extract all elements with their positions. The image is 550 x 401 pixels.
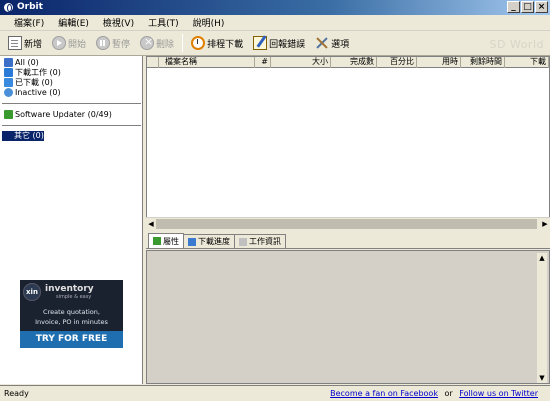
ad-cta-button[interactable]: TRY FOR FREE — [20, 331, 123, 348]
category-label: 已下載 (0) — [15, 77, 53, 87]
detail-tabs: 屬性 下載進度 工作資訊 — [146, 233, 550, 249]
column-download[interactable]: 下載 — [505, 57, 549, 68]
window-title: Orbit — [17, 2, 43, 12]
scroll-down-icon[interactable]: ▼ — [537, 373, 547, 383]
category-inactive[interactable]: Inactive (0) — [4, 87, 61, 97]
twitter-link[interactable]: Follow us on Twitter — [459, 389, 538, 398]
start-button[interactable]: 開始 — [50, 36, 88, 50]
facebook-link[interactable]: Become a fan on Facebook — [330, 389, 438, 398]
options-button-label: 選項 — [331, 39, 350, 50]
ad-line-2: Invoice, PO in minutes — [35, 318, 108, 326]
software-updater-item[interactable]: Software Updater (0/49) — [4, 109, 112, 119]
menu-edit[interactable]: 編輯(E) — [56, 16, 91, 29]
properties-icon — [153, 237, 161, 245]
column-completed[interactable]: 完成數 — [331, 57, 377, 68]
status-bar: Ready Become a fan on Facebook or Follow… — [0, 385, 550, 401]
menu-tools[interactable]: 工具(T) — [146, 16, 181, 29]
ad-line-1: Create quotation, — [43, 308, 100, 316]
pause-button[interactable]: 暫停 — [94, 36, 132, 50]
menu-view[interactable]: 檢視(V) — [101, 16, 136, 29]
schedule-download-button[interactable]: 排程下載 — [189, 36, 245, 50]
download-list[interactable]: 檔案名稱 # 大小 完成數 百分比 用時 剩餘時間 下載 — [146, 56, 550, 229]
info-icon — [239, 237, 247, 246]
category-other[interactable]: 其它 (0) — [2, 131, 44, 141]
tab-progress[interactable]: 下載進度 — [183, 234, 235, 248]
options-button[interactable]: 選項 — [313, 36, 351, 50]
report-icon — [253, 36, 268, 50]
report-error-button[interactable]: 回報錯誤 — [251, 36, 307, 50]
status-text: Ready — [4, 389, 29, 398]
minimize-button[interactable]: _ — [507, 1, 520, 13]
ad-banner[interactable]: xin inventory simple & easy Create quota… — [20, 280, 123, 348]
updater-icon — [4, 109, 13, 119]
status-or: or — [444, 389, 453, 398]
scrollbar-thumb[interactable] — [156, 219, 537, 229]
clock-icon — [191, 36, 206, 50]
category-panel: All (0) 下載工作 (0) 已下載 (0) Inactive (0) So… — [0, 56, 143, 384]
panel-divider — [2, 103, 141, 104]
pause-button-label: 暫停 — [112, 39, 131, 50]
list-icon — [4, 57, 13, 67]
column-percent[interactable]: 百分比 — [377, 57, 417, 68]
toolbar: 新增 開始 暫停 刪除 排程下載 回報錯誤 選項 SD World — [0, 31, 550, 56]
progress-icon — [188, 237, 196, 246]
ad-tagline: simple & easy — [56, 294, 92, 300]
maximize-button[interactable]: □ — [521, 1, 534, 13]
updater-label: Software Updater (0/49) — [15, 109, 112, 119]
menu-file[interactable]: 檔案(F) — [12, 16, 46, 29]
column-check[interactable] — [147, 57, 159, 68]
completed-icon — [4, 77, 13, 87]
category-downloading[interactable]: 下載工作 (0) — [4, 67, 61, 77]
tab-task-info[interactable]: 工作資訊 — [234, 234, 286, 248]
ad-brand: inventory — [45, 284, 94, 294]
orbit-app-icon — [3, 2, 14, 13]
menu-bar: 檔案(F) 編輯(E) 檢視(V) 工具(T) 說明(H) — [0, 15, 550, 31]
panel-divider — [2, 125, 141, 126]
close-button[interactable]: × — [535, 1, 548, 13]
schedule-button-label: 排程下載 — [207, 39, 244, 50]
column-number[interactable]: # — [255, 57, 271, 68]
tab-properties[interactable]: 屬性 — [148, 233, 184, 248]
horizontal-scrollbar[interactable]: ◀ ▶ — [146, 217, 550, 229]
new-button[interactable]: 新增 — [6, 36, 44, 50]
delete-icon — [140, 35, 155, 50]
column-size[interactable]: 大小 — [271, 57, 331, 68]
brand-watermark: SD World — [489, 38, 544, 51]
category-completed[interactable]: 已下載 (0) — [4, 77, 53, 87]
delete-button[interactable]: 刪除 — [138, 35, 176, 50]
menu-help[interactable]: 說明(H) — [191, 16, 227, 29]
start-button-label: 開始 — [68, 39, 87, 50]
new-button-label: 新增 — [24, 39, 43, 50]
new-file-icon — [8, 36, 22, 50]
tab-label: 工作資訊 — [249, 237, 281, 246]
delete-button-label: 刪除 — [156, 39, 175, 50]
scroll-right-icon[interactable]: ▶ — [540, 219, 550, 229]
category-label: Inactive (0) — [15, 87, 61, 97]
category-all[interactable]: All (0) — [4, 57, 39, 67]
column-filename[interactable]: 檔案名稱 — [159, 57, 255, 68]
tools-icon — [315, 36, 329, 50]
pause-icon — [96, 36, 111, 50]
column-remaining[interactable]: 剩餘時間 — [461, 57, 505, 68]
tab-label: 屬性 — [163, 236, 179, 246]
toolbar-separator — [182, 34, 184, 52]
column-elapsed[interactable]: 用時 — [417, 57, 461, 68]
scroll-up-icon[interactable]: ▲ — [537, 253, 547, 263]
list-header: 檔案名稱 # 大小 完成數 百分比 用時 剩餘時間 下載 — [147, 57, 549, 68]
detail-panel: ▲ ▼ — [146, 250, 550, 384]
report-button-label: 回報錯誤 — [269, 39, 306, 50]
vertical-scrollbar[interactable]: ▲ ▼ — [537, 253, 547, 383]
play-icon — [52, 36, 67, 50]
download-icon — [4, 67, 13, 77]
tab-label: 下載進度 — [198, 237, 230, 246]
category-label: All (0) — [15, 57, 39, 67]
scroll-left-icon[interactable]: ◀ — [146, 219, 156, 229]
ad-logo: xin — [23, 283, 41, 301]
title-bar: Orbit _ □ × — [0, 0, 550, 15]
inactive-icon — [4, 87, 13, 97]
